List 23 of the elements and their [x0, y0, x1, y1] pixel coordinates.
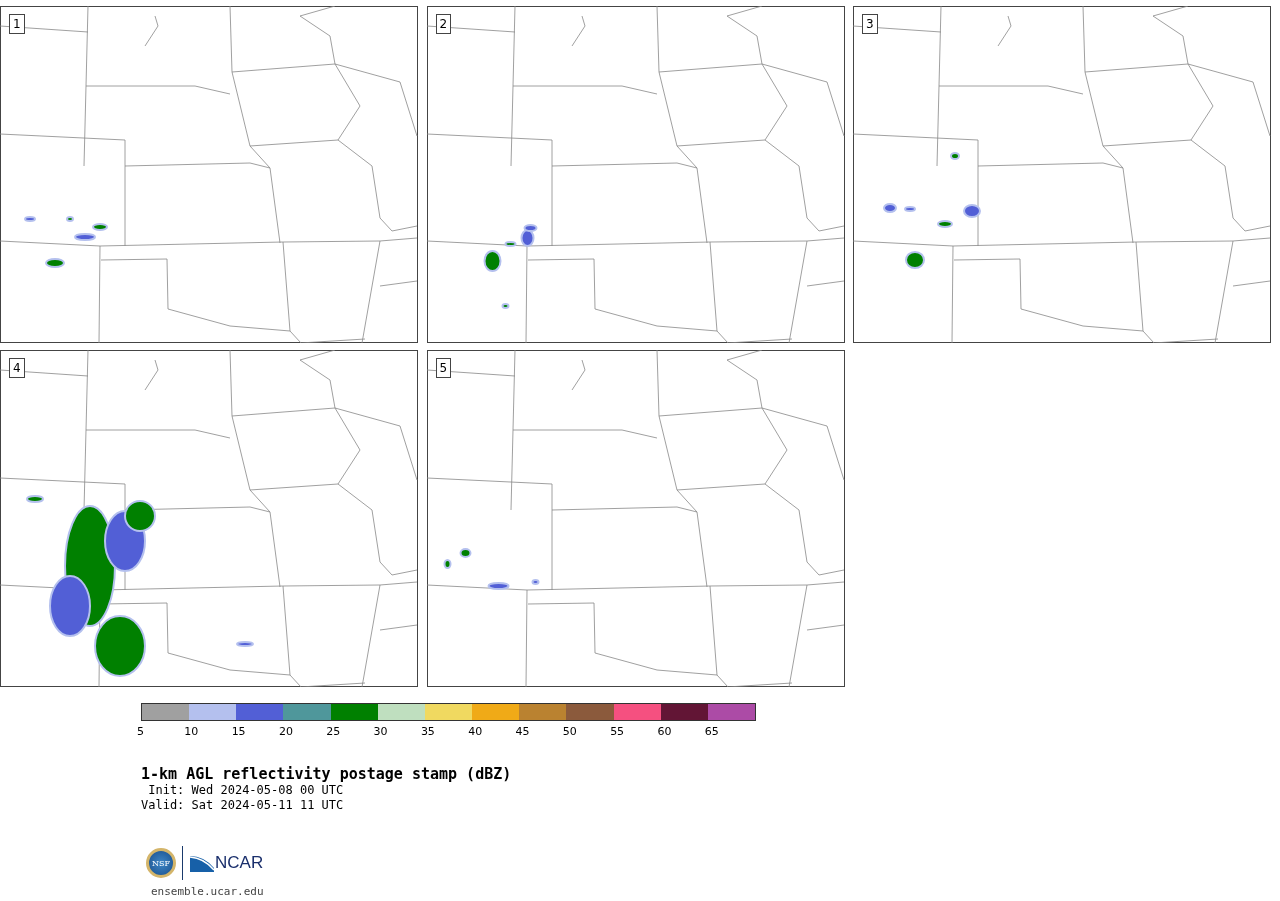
tick-label: 65 [704, 725, 720, 738]
chart-title: 1-km AGL reflectivity postage stamp (dBZ) [141, 765, 513, 783]
panel-number: 3 [862, 14, 878, 34]
init-time: Init: Wed 2024-05-08 00 UTC [147, 783, 345, 798]
swoosh-icon [189, 854, 215, 872]
ncar-logo: NCAR [215, 853, 264, 873]
panel-number: 1 [9, 14, 25, 34]
site-url: ensemble.ucar.edu [151, 885, 265, 898]
nsf-logo: NSF [146, 848, 176, 878]
tick-label: 15 [231, 725, 247, 738]
tick-label: 60 [657, 725, 673, 738]
tick-label: 25 [326, 725, 342, 738]
tick-label: 20 [278, 725, 294, 738]
tick-label: 30 [373, 725, 389, 738]
panel-number: 4 [9, 358, 25, 378]
tick-label: 40 [468, 725, 484, 738]
tick-label: 45 [515, 725, 531, 738]
tick-label: 50 [562, 725, 578, 738]
tick-label: 35 [420, 725, 436, 738]
tick-label: 10 [184, 725, 200, 738]
tick-label: 5 [137, 725, 145, 738]
tick-label: 55 [610, 725, 626, 738]
valid-time: Valid: Sat 2024-05-11 11 UTC [141, 798, 345, 813]
